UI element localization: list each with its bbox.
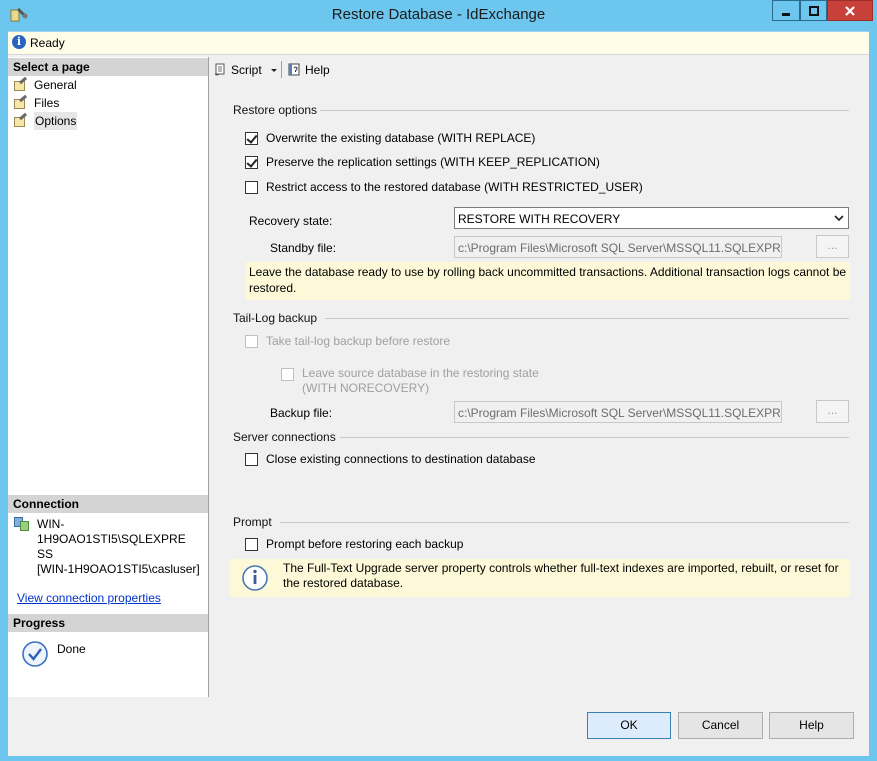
server-connections-title: Server connections	[233, 430, 336, 444]
group-divider	[320, 110, 849, 111]
group-divider	[325, 318, 849, 319]
page-settings-icon	[13, 112, 28, 128]
page-item-general[interactable]: General	[13, 76, 77, 94]
window-title: Restore Database - IdExchange	[331, 6, 546, 23]
page-item-label: Files	[34, 96, 60, 110]
overwrite-checkbox[interactable]	[245, 131, 258, 145]
connection-info: WIN-1H9OAO1STI5\SQLEXPRE SS [WIN-1H9OAO1…	[37, 517, 208, 577]
help-toolbar-button[interactable]: Help	[287, 60, 330, 79]
prompt-before-checkbox-row[interactable]: Prompt before restoring each backup	[245, 537, 463, 551]
help-label: Help	[305, 62, 330, 77]
restrict-access-checkbox-row[interactable]: Restrict access to the restored database…	[245, 180, 643, 194]
maximize-button[interactable]	[800, 0, 827, 21]
take-tail-log-label: Take tail-log backup before restore	[266, 334, 451, 348]
info-icon: i	[12, 35, 26, 49]
close-button[interactable]	[827, 0, 873, 21]
toolbar-separator	[281, 61, 282, 78]
standby-file-value: c:\Program Files\Microsoft SQL Server\MS…	[458, 241, 782, 255]
help-book-icon	[288, 63, 300, 76]
page-settings-icon	[13, 76, 28, 92]
connection-header: Connection	[8, 495, 208, 513]
tail-log-title: Tail-Log backup	[233, 311, 318, 325]
minimize-button[interactable]	[772, 0, 800, 21]
preserve-replication-label: Preserve the replication settings (WITH …	[266, 155, 600, 169]
script-icon	[214, 63, 225, 76]
recovery-state-label: Recovery state:	[249, 214, 333, 228]
close-connections-label: Close existing connections to destinatio…	[266, 452, 536, 466]
group-divider	[340, 437, 849, 438]
recovery-note: Leave the database ready to use by rolli…	[246, 262, 850, 300]
chevron-down-icon[interactable]	[269, 65, 279, 75]
leave-restoring-line1: Leave source database in the restoring s…	[302, 366, 539, 380]
page-item-label: General	[34, 78, 77, 92]
view-connection-properties-link[interactable]: View connection properties	[17, 591, 161, 605]
backup-file-value: c:\Program Files\Microsoft SQL Server\MS…	[458, 406, 782, 420]
overwrite-checkbox-row[interactable]: Overwrite the existing database (WITH RE…	[245, 131, 535, 145]
progress-status: Done	[57, 642, 86, 656]
restore-options-title: Restore options	[233, 103, 318, 117]
leave-restoring-label: Leave source database in the restoring s…	[302, 366, 539, 396]
prompt-before-checkbox[interactable]	[245, 537, 258, 551]
backup-file-field: c:\Program Files\Microsoft SQL Server\MS…	[454, 401, 782, 423]
page-item-label: Options	[34, 112, 78, 130]
group-divider	[280, 522, 849, 523]
info-note-box: The Full-Text Upgrade server property co…	[230, 559, 850, 597]
ok-button[interactable]: OK	[587, 712, 671, 739]
standby-file-field: c:\Program Files\Microsoft SQL Server\MS…	[454, 236, 782, 258]
select-page-header: Select a page	[8, 58, 208, 76]
toolbar: Script Help	[209, 57, 869, 82]
close-connections-checkbox[interactable]	[245, 452, 258, 466]
overwrite-label: Overwrite the existing database (WITH RE…	[266, 131, 536, 145]
cancel-button[interactable]: Cancel	[678, 712, 763, 739]
leave-restoring-checkbox-row: Leave source database in the restoring s…	[281, 366, 539, 396]
script-label: Script	[231, 62, 262, 77]
close-connections-checkbox-row[interactable]: Close existing connections to destinatio…	[245, 452, 536, 466]
status-text: Ready	[30, 36, 65, 50]
recovery-state-select[interactable]: RESTORE WITH RECOVERY	[454, 207, 849, 229]
info-note-text: The Full-Text Upgrade server property co…	[283, 561, 839, 590]
take-tail-log-checkbox-row: Take tail-log backup before restore	[245, 334, 450, 348]
server-name-line: SS	[37, 547, 54, 561]
prompt-title: Prompt	[233, 515, 272, 529]
leave-restoring-line2: (WITH NORECOVERY)	[302, 381, 430, 395]
connection-user: [WIN-1H9OAO1STI5\casluser]	[37, 562, 200, 576]
chevron-down-icon	[834, 215, 844, 222]
minimize-icon	[782, 12, 790, 16]
info-icon	[242, 565, 268, 591]
progress-done-icon	[21, 640, 49, 671]
prompt-before-label: Prompt before restoring each backup	[266, 537, 464, 551]
maximize-icon	[808, 5, 819, 16]
options-page: Restore options Overwrite the existing d…	[209, 83, 869, 697]
connection-icon	[14, 517, 30, 531]
server-name-line: WIN-1H9OAO1STI5\SQLEXPRE	[37, 517, 186, 546]
backup-file-label: Backup file:	[270, 406, 333, 420]
preserve-replication-checkbox-row[interactable]: Preserve the replication settings (WITH …	[245, 155, 600, 169]
title-bar: Restore Database - IdExchange	[0, 0, 877, 31]
preserve-replication-checkbox[interactable]	[245, 155, 258, 169]
progress-header: Progress	[8, 614, 208, 632]
restrict-access-checkbox[interactable]	[245, 180, 258, 194]
help-button[interactable]: Help	[769, 712, 854, 739]
status-bar: i Ready	[8, 32, 869, 55]
script-button[interactable]: Script	[213, 60, 279, 79]
page-item-files[interactable]: Files	[13, 94, 59, 112]
page-item-options[interactable]: Options	[13, 112, 78, 130]
page-settings-icon	[13, 94, 28, 110]
restrict-access-label: Restrict access to the restored database…	[266, 180, 643, 194]
backup-browse-button: ...	[816, 400, 849, 423]
take-tail-log-checkbox	[245, 334, 258, 348]
leave-restoring-checkbox	[281, 368, 294, 381]
recovery-state-value: RESTORE WITH RECOVERY	[458, 212, 621, 226]
left-panel: Select a page General Files Options Conn…	[8, 57, 209, 697]
standby-browse-button: ...	[816, 235, 849, 258]
close-icon	[845, 5, 855, 16]
standby-file-label: Standby file:	[270, 241, 337, 255]
